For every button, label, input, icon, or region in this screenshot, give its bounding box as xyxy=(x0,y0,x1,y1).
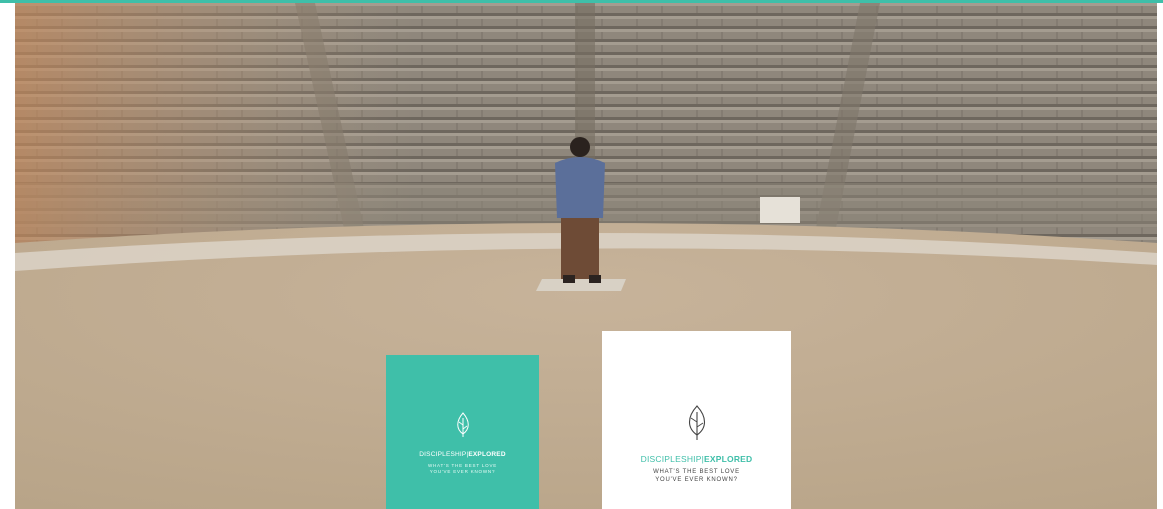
leaf-icon xyxy=(454,412,472,443)
hero-image xyxy=(15,3,1157,509)
book-cover-white[interactable]: DISCIPLESHIP|EXPLORED WHAT'S THE BEST LO… xyxy=(602,331,791,509)
book-brand: DISCIPLESHIP|EXPLORED xyxy=(419,451,506,459)
book-cover-teal[interactable]: DISCIPLESHIP|EXPLORED WHAT'S THE BEST LO… xyxy=(386,355,539,509)
book-tagline: WHAT'S THE BEST LOVE YOU'VE EVER KNOWN? xyxy=(427,463,498,475)
amphitheater-scene xyxy=(15,3,1157,509)
book-tagline: WHAT'S THE BEST LOVE YOU'VE EVER KNOWN? xyxy=(653,469,740,484)
leaf-icon xyxy=(685,405,709,446)
book-brand: DISCIPLESHIP|EXPLORED xyxy=(640,454,753,465)
